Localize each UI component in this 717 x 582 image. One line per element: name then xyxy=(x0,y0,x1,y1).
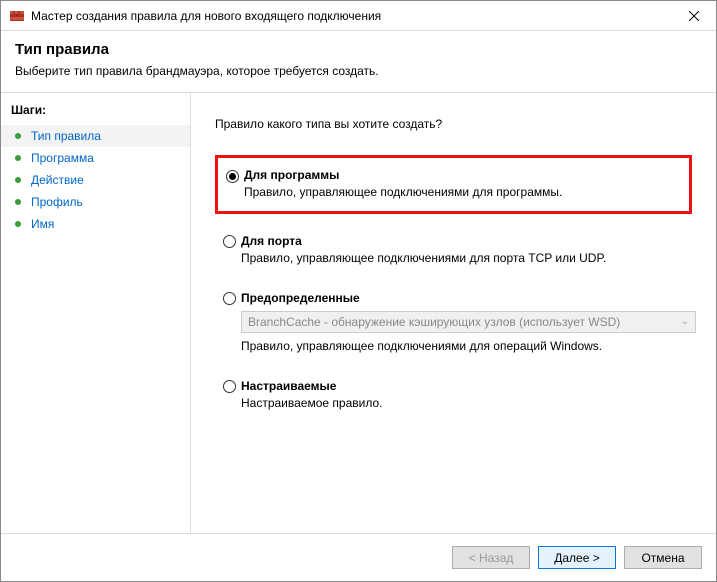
step-bullet-icon xyxy=(15,155,21,161)
step-label: Программа xyxy=(31,151,94,165)
wizard-body: Шаги: Тип правила Программа Действие Про… xyxy=(1,93,716,533)
page-description: Выберите тип правила брандмауэра, которо… xyxy=(15,64,702,78)
option-label: Предопределенные xyxy=(241,291,696,305)
step-label: Профиль xyxy=(31,195,83,209)
option-description: Правило, управляющее подключениями для о… xyxy=(241,339,696,353)
close-button[interactable] xyxy=(671,1,716,31)
window-title: Мастер создания правила для нового входя… xyxy=(31,9,671,23)
steps-sidebar: Шаги: Тип правила Программа Действие Про… xyxy=(1,93,191,533)
option-predefined[interactable]: Предопределенные BranchCache - обнаружен… xyxy=(215,285,692,359)
option-label: Для порта xyxy=(241,234,684,248)
step-rule-type[interactable]: Тип правила xyxy=(1,125,190,147)
dropdown-value: BranchCache - обнаружение кэширующих узл… xyxy=(248,315,620,329)
option-port[interactable]: Для порта Правило, управляющее подключен… xyxy=(215,228,692,271)
wizard-content: Правило какого типа вы хотите создать? Д… xyxy=(191,93,716,533)
chevron-down-icon: ⌄ xyxy=(681,316,689,327)
step-label: Действие xyxy=(31,173,84,187)
wizard-header: Тип правила Выберите тип правила брандма… xyxy=(1,31,716,93)
wizard-window: Мастер создания правила для нового входя… xyxy=(0,0,717,582)
radio-predefined[interactable] xyxy=(223,292,236,305)
firewall-icon xyxy=(9,8,25,24)
step-bullet-icon xyxy=(15,133,21,139)
step-program[interactable]: Программа xyxy=(1,147,190,169)
rule-type-question: Правило какого типа вы хотите создать? xyxy=(215,117,692,131)
step-profile[interactable]: Профиль xyxy=(1,191,190,213)
option-program[interactable]: Для программы Правило, управляющее подкл… xyxy=(215,155,692,214)
predefined-dropdown[interactable]: BranchCache - обнаружение кэширующих узл… xyxy=(241,311,696,333)
steps-heading: Шаги: xyxy=(1,99,190,125)
radio-custom[interactable] xyxy=(223,380,236,393)
option-label: Для программы xyxy=(244,168,681,182)
option-description: Правило, управляющее подключениями для п… xyxy=(241,251,684,265)
option-description: Настраиваемое правило. xyxy=(241,396,684,410)
step-bullet-icon xyxy=(15,177,21,183)
option-description: Правило, управляющее подключениями для п… xyxy=(244,185,681,199)
step-bullet-icon xyxy=(15,199,21,205)
option-custom[interactable]: Настраиваемые Настраиваемое правило. xyxy=(215,373,692,416)
step-action[interactable]: Действие xyxy=(1,169,190,191)
step-label: Имя xyxy=(31,217,54,231)
radio-program[interactable] xyxy=(226,170,239,183)
step-name[interactable]: Имя xyxy=(1,213,190,235)
cancel-button[interactable]: Отмена xyxy=(624,546,702,569)
option-label: Настраиваемые xyxy=(241,379,684,393)
page-title: Тип правила xyxy=(15,41,702,58)
step-bullet-icon xyxy=(15,221,21,227)
wizard-footer: < Назад Далее > Отмена xyxy=(1,533,716,581)
next-button[interactable]: Далее > xyxy=(538,546,616,569)
step-label: Тип правила xyxy=(31,129,101,143)
back-button: < Назад xyxy=(452,546,530,569)
titlebar: Мастер создания правила для нового входя… xyxy=(1,1,716,31)
radio-port[interactable] xyxy=(223,235,236,248)
